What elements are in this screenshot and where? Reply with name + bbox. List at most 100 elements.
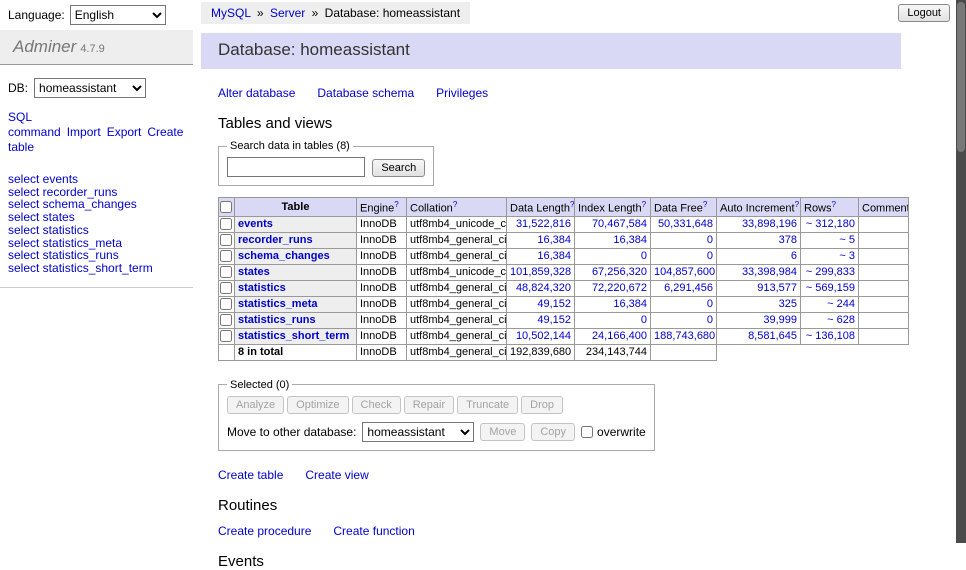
sidebar-action-link[interactable]: Export (107, 125, 142, 139)
sidebar-table-link[interactable]: select statistics (8, 224, 185, 237)
auto-increment-link[interactable]: 33,398,984 (742, 266, 797, 278)
index-length-link[interactable]: 0 (641, 250, 647, 262)
index-length-link[interactable]: 67,256,320 (592, 266, 647, 278)
auto-increment-link[interactable]: 8,581,645 (748, 330, 797, 342)
sidebar-table-link[interactable]: select states (8, 211, 185, 224)
rows-link[interactable]: ~ 569,159 (806, 282, 855, 294)
auto-increment-link-cell: 325 (717, 296, 801, 312)
breadcrumb-link-mysql[interactable]: MySQL (211, 6, 251, 20)
index-length-link[interactable]: 0 (641, 314, 647, 326)
table-name-link[interactable]: statistics_short_term (238, 330, 349, 342)
help-icon[interactable]: ? (703, 200, 707, 209)
bulk-action-button[interactable]: Truncate (457, 396, 518, 414)
sidebar-table-link[interactable]: select events (8, 173, 185, 186)
bulk-action-button[interactable]: Check (352, 396, 401, 414)
table-name-link[interactable]: recorder_runs (238, 234, 313, 246)
data-length-link[interactable]: 10,502,144 (516, 330, 571, 342)
row-checkbox[interactable] (220, 298, 232, 310)
auto-increment-link[interactable]: 325 (779, 298, 797, 310)
row-checkbox[interactable] (220, 282, 232, 294)
move-db-select[interactable]: homeassistant (362, 422, 474, 442)
routine-create-link[interactable]: Create function (333, 524, 414, 538)
bulk-action-button[interactable]: Drop (521, 396, 563, 414)
auto-increment-link[interactable]: 378 (779, 234, 797, 246)
sidebar-action-link[interactable]: Import (67, 125, 101, 139)
search-input[interactable] (227, 157, 365, 177)
data-length-link[interactable]: 49,152 (537, 298, 571, 310)
row-checkbox[interactable] (220, 330, 232, 342)
rows-link[interactable]: ~ 299,833 (806, 266, 855, 278)
data-length-link[interactable]: 31,522,816 (516, 218, 571, 230)
db-action-link[interactable]: Alter database (218, 86, 295, 100)
row-checkbox[interactable] (220, 314, 232, 326)
data-length-link[interactable]: 101,859,328 (510, 266, 571, 278)
db-select[interactable]: homeassistant (34, 78, 146, 98)
auto-increment-link[interactable]: 913,577 (757, 282, 797, 294)
data-free-link[interactable]: 104,857,600 (654, 266, 715, 278)
data-length-link[interactable]: 49,152 (537, 314, 571, 326)
rows-link[interactable]: ~ 3 (839, 250, 855, 262)
routine-create-link[interactable]: Create procedure (218, 524, 311, 538)
rows-link[interactable]: ~ 5 (839, 234, 855, 246)
help-icon[interactable]: ? (570, 200, 574, 209)
bulk-action-button[interactable]: Analyze (227, 396, 284, 414)
create-link[interactable]: Create view (305, 468, 368, 482)
create-link[interactable]: Create table (218, 468, 283, 482)
help-icon[interactable]: ? (394, 200, 398, 209)
index-length-link[interactable]: 24,166,400 (592, 330, 647, 342)
help-icon[interactable]: ? (642, 200, 646, 209)
bulk-action-button[interactable]: Optimize (287, 396, 348, 414)
row-checkbox[interactable] (220, 266, 232, 278)
data-free-link[interactable]: 0 (707, 234, 713, 246)
data-length-link[interactable]: 16,384 (537, 250, 571, 262)
scrollbar[interactable] (956, 0, 966, 543)
index-length-link[interactable]: 16,384 (613, 298, 647, 310)
db-action-link[interactable]: Database schema (317, 86, 414, 100)
data-free-link[interactable]: 6,291,456 (664, 282, 713, 294)
index-length-link[interactable]: 16,384 (613, 234, 647, 246)
help-icon[interactable]: ? (453, 200, 457, 209)
index-length-link[interactable]: 72,220,672 (592, 282, 647, 294)
overwrite-checkbox[interactable] (581, 426, 593, 438)
move-button[interactable]: Move (480, 423, 525, 441)
language-select[interactable]: English (70, 5, 166, 25)
row-checkbox[interactable] (220, 250, 232, 262)
row-checkbox[interactable] (220, 218, 232, 230)
adminer-logo-link[interactable]: Adminer (13, 37, 76, 56)
table-name-link[interactable]: schema_changes (238, 250, 330, 262)
select-all-checkbox[interactable] (220, 201, 232, 213)
rows-link[interactable]: ~ 244 (827, 298, 855, 310)
data-free-link[interactable]: 0 (707, 250, 713, 262)
data-length-link[interactable]: 48,824,320 (516, 282, 571, 294)
table-name-link[interactable]: statistics (238, 282, 286, 294)
data-length-link[interactable]: 16,384 (537, 234, 571, 246)
bulk-action-button[interactable]: Repair (404, 396, 454, 414)
copy-button[interactable]: Copy (531, 423, 575, 441)
table-name-link[interactable]: states (238, 266, 270, 278)
data-free-link[interactable]: 0 (707, 314, 713, 326)
rows-link[interactable]: ~ 136,108 (806, 330, 855, 342)
index-length-link[interactable]: 70,467,584 (592, 218, 647, 230)
auto-increment-link[interactable]: 33,898,196 (742, 218, 797, 230)
scrollbar-thumb[interactable] (957, 2, 965, 152)
search-button[interactable]: Search (372, 159, 425, 177)
db-action-link[interactable]: Privileges (436, 86, 488, 100)
data-free-link[interactable]: 188,743,680 (654, 330, 715, 342)
help-icon[interactable]: ? (832, 200, 836, 209)
auto-increment-link[interactable]: 6 (791, 250, 797, 262)
rows-link[interactable]: ~ 628 (827, 314, 855, 326)
sidebar-action-link[interactable]: SQL command (8, 110, 61, 139)
breadcrumb-link-server[interactable]: Server (270, 6, 305, 20)
help-icon[interactable]: ? (795, 200, 799, 209)
row-checkbox[interactable] (220, 234, 232, 246)
table-name-link[interactable]: events (238, 218, 273, 230)
data-free-link[interactable]: 50,331,648 (658, 218, 713, 230)
data-free-link[interactable]: 0 (707, 298, 713, 310)
sidebar-table-link[interactable]: select statistics_short_term (8, 262, 185, 275)
table-name-link[interactable]: statistics_runs (238, 314, 316, 326)
logout-button[interactable]: Logout (898, 4, 950, 22)
table-name-link[interactable]: statistics_meta (238, 298, 318, 310)
rows-link[interactable]: ~ 312,180 (806, 218, 855, 230)
auto-increment-link[interactable]: 39,999 (763, 314, 797, 326)
overwrite-control[interactable]: overwrite (581, 425, 646, 439)
